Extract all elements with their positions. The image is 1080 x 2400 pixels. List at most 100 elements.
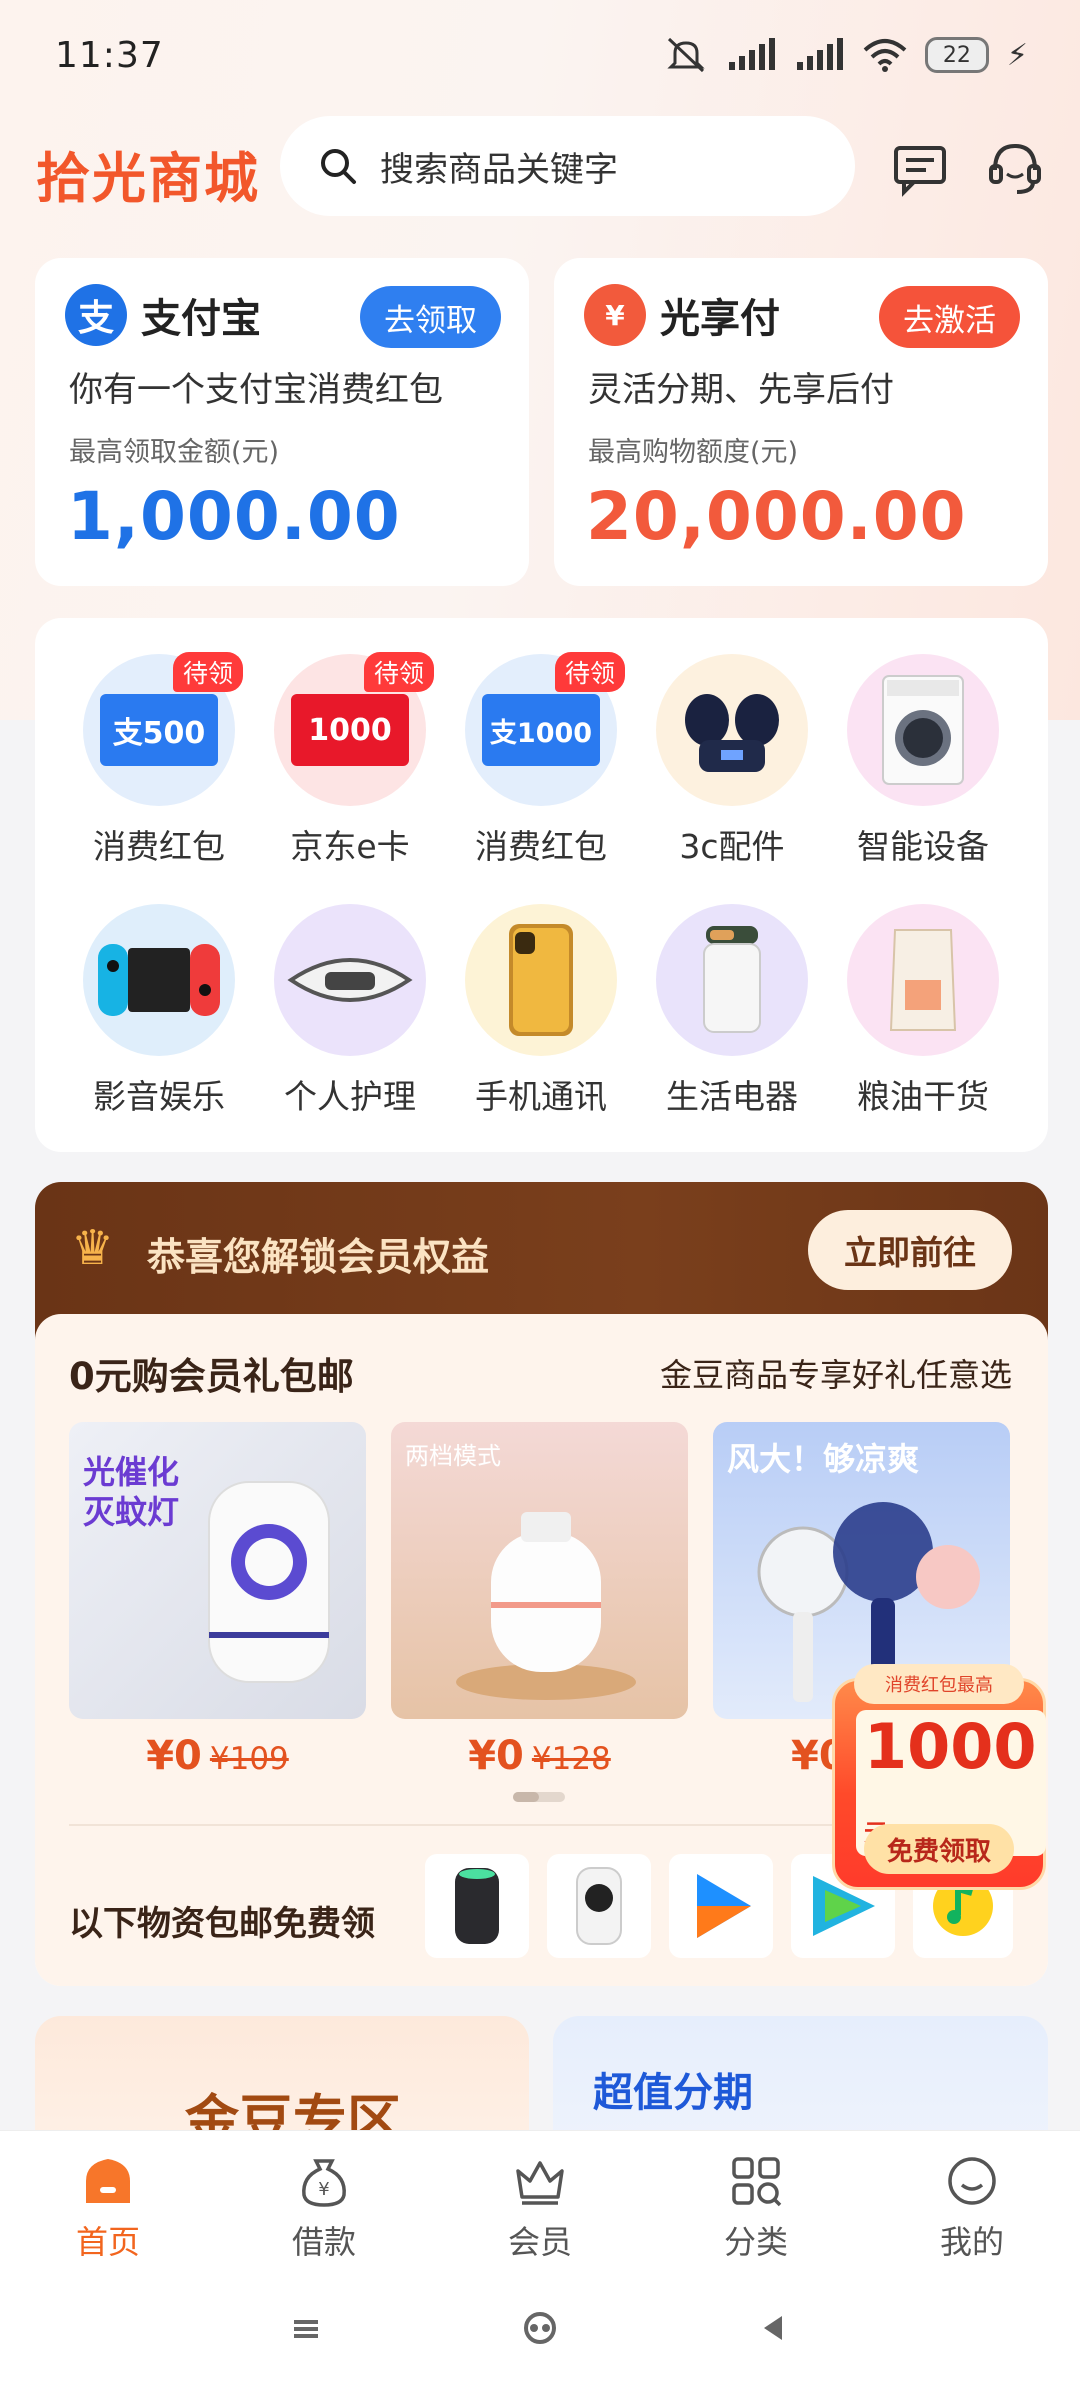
humidifier-icon — [703, 926, 761, 1033]
signal-icon-2 — [796, 38, 843, 70]
home-icon — [86, 2159, 130, 2203]
video-app-icon — [697, 1874, 751, 1938]
category-entertainment[interactable]: 影音娱乐 — [69, 904, 249, 1118]
status-icons: 22 ⚡ — [663, 35, 1028, 75]
activate-button[interactable]: 去激活 — [879, 286, 1020, 348]
signal-icon — [728, 38, 775, 70]
status-bar: 11:37 22 ⚡ — [0, 0, 1080, 110]
category-label: 智能设备 — [857, 827, 989, 866]
jd-card-icon: 1000 — [291, 694, 409, 766]
tab-member[interactable]: 会员 — [432, 2131, 648, 2268]
category-label: 生活电器 — [666, 1077, 798, 1116]
guangxiangfu-sub: 最高购物额度(元) — [588, 437, 799, 468]
mini-lamp-icon — [576, 1867, 622, 1945]
tab-home[interactable]: 首页 — [0, 2131, 216, 2268]
category-icon — [847, 904, 999, 1056]
crown-icon: ♛ — [71, 1220, 115, 1276]
category-icon — [847, 654, 999, 806]
member-title: 恭喜您解锁会员权益 — [147, 1235, 490, 1279]
crown-outline-icon — [516, 2161, 564, 2205]
search-placeholder: 搜索商品关键字 — [380, 149, 618, 190]
category-personal-care[interactable]: 个人护理 — [260, 904, 440, 1118]
washing-machine-icon — [882, 675, 964, 785]
carousel-indicator — [513, 1792, 565, 1802]
category-label: 影音娱乐 — [93, 1077, 225, 1116]
mini-humidifier-icon — [455, 1868, 499, 1944]
tab-category[interactable]: 分类 — [648, 2131, 864, 2268]
category-label: 京东e卡 — [290, 827, 410, 866]
pending-badge: 待领 — [172, 652, 243, 692]
product-overlay-text: 两档模式 — [405, 1442, 501, 1470]
original-price: ¥128 — [531, 1741, 611, 1777]
panel-subtitle[interactable]: 金豆商品专享好礼任意选 — [660, 1350, 1012, 1396]
pending-badge: 待领 — [554, 652, 625, 692]
category-alipay-coupon-500[interactable]: 支500 待领 消费红包 — [69, 652, 249, 868]
guangxiangfu-brand: ¥ 光享付 — [584, 284, 780, 346]
guangxiangfu-desc: 灵活分期、先享后付 — [588, 370, 894, 410]
current-price: ¥0 — [468, 1733, 524, 1779]
category-icon — [656, 654, 808, 806]
alipay-coupon-card-icon: 支1000 — [482, 694, 600, 766]
home-nav-icon[interactable] — [522, 2312, 558, 2344]
system-nav-bar — [0, 2268, 1080, 2400]
category-home-appliances[interactable]: 生活电器 — [642, 904, 822, 1118]
alipay-desc: 你有一个支付宝消费红包 — [69, 370, 443, 410]
coupon-amount-value: 1000 — [864, 1710, 1037, 1783]
svg-text:¥: ¥ — [318, 2179, 329, 2200]
tab-label: 我的 — [939, 2223, 1004, 2261]
product-price: ¥0 ¥109 — [69, 1733, 366, 1779]
category-icon: 1000 待领 — [274, 652, 434, 806]
app-logo: 拾光商城 — [36, 147, 260, 210]
back-icon[interactable] — [758, 2312, 788, 2344]
guangxiangfu-promo-card[interactable]: ¥ 光享付 去激活 灵活分期、先享后付 最高购物额度(元) 20,000.00 — [554, 258, 1048, 586]
wifi-icon — [863, 39, 907, 72]
mosquito-lamp-icon — [208, 1481, 330, 1683]
category-alipay-coupon-1000[interactable]: 支1000 待领 消费红包 — [451, 652, 631, 868]
floating-coupon[interactable]: 消费红包最高 1000元 免费领取 — [832, 1660, 1046, 1896]
tab-label: 会员 — [507, 2223, 572, 2261]
installment-title: 超值分期 — [593, 2070, 753, 2116]
free-item-thumb[interactable] — [425, 1854, 529, 1958]
menu-icon[interactable] — [290, 2314, 322, 2342]
app-header: 拾光商城 搜索商品关键字 — [0, 116, 1080, 218]
status-time: 11:37 — [55, 34, 164, 76]
product-card[interactable]: 两档模式 ¥0 ¥128 — [391, 1422, 688, 1779]
category-jd-ecard[interactable]: 1000 待领 京东e卡 — [260, 652, 440, 868]
original-price: ¥109 — [209, 1741, 289, 1777]
tab-loan[interactable]: ¥ 借款 — [216, 2131, 432, 2268]
free-claim-button[interactable]: 免费领取 — [864, 1824, 1014, 1874]
category-groceries[interactable]: 粮油干货 — [833, 904, 1013, 1118]
game-console-icon — [98, 944, 220, 1016]
current-price: ¥0 — [146, 1733, 202, 1779]
category-icon — [465, 904, 617, 1056]
product-price: ¥0 ¥128 — [391, 1733, 688, 1779]
category-icon — [274, 904, 426, 1056]
free-item-thumb[interactable] — [547, 1854, 651, 1958]
customer-service-icon[interactable] — [985, 138, 1045, 198]
message-icon[interactable] — [890, 138, 950, 198]
claim-button[interactable]: 去领取 — [360, 286, 501, 348]
category-smart-devices[interactable]: 智能设备 — [833, 654, 1013, 868]
tab-label: 首页 — [75, 2223, 140, 2261]
money-bag-icon: ¥ — [302, 2159, 346, 2207]
category-phones[interactable]: 手机通讯 — [451, 904, 631, 1118]
alipay-amount: 1,000.00 — [67, 478, 401, 555]
search-bar[interactable]: 搜索商品关键字 — [280, 116, 855, 216]
mute-bell-icon — [667, 37, 705, 73]
category-icon — [83, 904, 235, 1056]
category-label: 个人护理 — [284, 1077, 416, 1116]
free-item-thumb[interactable] — [669, 1854, 773, 1958]
product-overlay-text: 光催化 灭蚊灯 — [83, 1453, 180, 1531]
guangxiangfu-brand-name: 光享付 — [660, 296, 780, 342]
category-3c-accessories[interactable]: 3c配件 — [642, 654, 822, 868]
product-card[interactable]: 光催化 灭蚊灯 ¥0 ¥109 — [69, 1422, 366, 1779]
wallet-icon: ¥ — [584, 284, 646, 346]
product-image: 两档模式 — [391, 1422, 688, 1719]
alipay-sub: 最高领取金额(元) — [69, 437, 280, 468]
humidifier-product-icon — [456, 1512, 636, 1700]
tab-profile[interactable]: 我的 — [864, 2131, 1080, 2268]
category-label: 3c配件 — [679, 827, 785, 866]
go-now-button[interactable]: 立即前往 — [808, 1210, 1012, 1290]
alipay-promo-card[interactable]: 支 支付宝 去领取 你有一个支付宝消费红包 最高领取金额(元) 1,000.00 — [35, 258, 529, 586]
category-icon: 支500 待领 — [83, 652, 243, 806]
